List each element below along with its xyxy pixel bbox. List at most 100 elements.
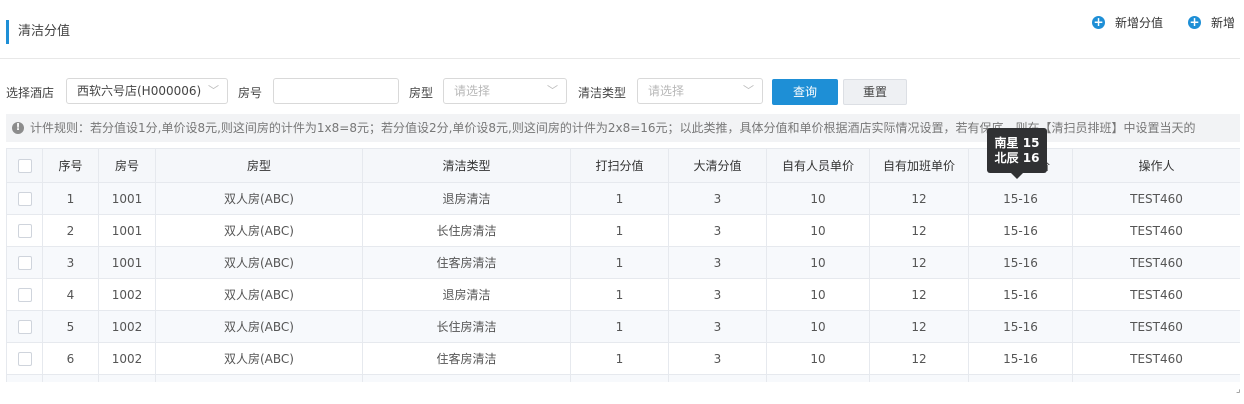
- table-row[interactable]: 5 1002 双人房(ABC) 长住房清洁 1 3 10 12 15-16 TEST460: [6, 310, 1240, 343]
- table-row[interactable]: 6 1002 双人房(ABC) 住客房清洁 1 3 10 12 15-16 TEST460: [6, 342, 1240, 375]
- table-cell: 3: [668, 278, 767, 311]
- table-cell: 长住房清洁: [362, 214, 571, 247]
- score-table: 序号 房号 房型 清洁类型 打扫分值 大清分值 自有人员单价 自有加班单价 价 …: [6, 148, 1240, 382]
- plus-circle-icon: +: [1092, 15, 1105, 29]
- table-cell: 15-16: [968, 342, 1073, 375]
- table-row[interactable]: 3 1001 双人房(ABC) 住客房清洁 1 3 10 12 15-16 TEST460: [6, 246, 1240, 279]
- select-all-checkbox[interactable]: [17, 158, 32, 173]
- title-accent-bar: [6, 20, 9, 44]
- hotel-label: 选择酒店: [6, 86, 55, 100]
- room-label: 房号: [238, 86, 263, 100]
- table-cell: 12: [869, 374, 969, 382]
- table-cell: 12: [869, 278, 969, 311]
- table-cell: 1002: [98, 278, 156, 311]
- table-cell: 住客房清洁: [362, 246, 571, 279]
- table-cell: 退房清洁: [362, 374, 571, 382]
- table-cell: TEST460: [1072, 182, 1240, 215]
- row-select-cell[interactable]: [6, 278, 43, 311]
- add-score-label: 新增分值: [1115, 16, 1164, 30]
- table-row[interactable]: 4 1002 双人房(ABC) 退房清洁 1 3 10 12 15-16 TEST460: [6, 278, 1240, 311]
- add-label: 新增: [1211, 16, 1236, 30]
- row-select-cell[interactable]: [6, 374, 43, 382]
- table-cell: 1: [570, 246, 669, 279]
- info-icon: !: [12, 122, 24, 134]
- column-header: 房型: [155, 148, 363, 183]
- row-checkbox[interactable]: [17, 255, 32, 270]
- table-cell: 3: [668, 310, 767, 343]
- row-checkbox[interactable]: [17, 191, 32, 206]
- page-title: 清洁分值: [18, 24, 71, 39]
- table-cell: 3: [42, 246, 99, 279]
- table-cell: 15-16: [968, 182, 1073, 215]
- resize-handle-icon[interactable]: ⌟: [1236, 384, 1241, 395]
- table-cell: 1: [42, 182, 99, 215]
- tooltip-line: 北辰 16: [994, 151, 1040, 165]
- table-cell: 10: [766, 310, 870, 343]
- table-cell: TEST460: [1072, 246, 1240, 279]
- table-cell: 3: [668, 342, 767, 375]
- table-cell: 6: [42, 342, 99, 375]
- table-row[interactable]: 71003双人房(ABC)退房清洁13101215-16TEST460: [6, 374, 1240, 382]
- row-select-cell[interactable]: [6, 310, 43, 343]
- table-cell: 12: [869, 342, 969, 375]
- hotel-select[interactable]: 西软六号店(H000006) ﹀: [66, 78, 228, 104]
- column-header: 操作人: [1072, 148, 1240, 183]
- table-cell: 15-16: [968, 310, 1073, 343]
- table-cell: 7: [42, 374, 99, 382]
- room-type-select[interactable]: 请选择 ﹀: [443, 78, 567, 104]
- table-cell: 双人房(ABC): [155, 310, 363, 343]
- row-select-cell[interactable]: [6, 342, 43, 375]
- table-cell: 15-16: [968, 214, 1073, 247]
- table-cell: 住客房清洁: [362, 342, 571, 375]
- plus-circle-icon: +: [1188, 15, 1201, 29]
- table-cell: 15-16: [968, 246, 1073, 279]
- table-cell: 退房清洁: [362, 182, 571, 215]
- table-cell: 双人房(ABC): [155, 374, 363, 382]
- row-select-cell[interactable]: [6, 214, 43, 247]
- clean-type-placeholder: 请选择: [648, 84, 685, 98]
- tooltip-arrow: [1011, 173, 1023, 179]
- table-cell: 1: [570, 182, 669, 215]
- row-checkbox[interactable]: [17, 319, 32, 334]
- reset-button[interactable]: 重置: [843, 79, 907, 105]
- room-type-placeholder: 请选择: [454, 84, 491, 98]
- table-row[interactable]: 2 1001 双人房(ABC) 长住房清洁 1 3 10 12 15-16 TEST460: [6, 214, 1240, 247]
- chevron-down-icon: ﹀: [547, 84, 558, 97]
- table-cell: TEST460: [1072, 214, 1240, 247]
- table-header-row: 序号 房号 房型 清洁类型 打扫分值 大清分值 自有人员单价 自有加班单价 价 …: [6, 148, 1240, 183]
- clean-type-select[interactable]: 请选择 ﹀: [637, 78, 763, 104]
- add-button[interactable]: + 新增: [1188, 14, 1235, 31]
- table-cell: 3: [668, 246, 767, 279]
- table-cell: TEST460: [1072, 310, 1240, 343]
- row-select-cell[interactable]: [6, 182, 43, 215]
- add-score-button[interactable]: + 新增分值: [1092, 14, 1163, 31]
- tooltip: 南星 15 北辰 16: [987, 128, 1047, 173]
- table-cell: 3: [668, 374, 767, 382]
- select-all-cell[interactable]: [6, 148, 43, 183]
- table-cell: 1003: [98, 374, 156, 382]
- table-row[interactable]: 1 1001 双人房(ABC) 退房清洁 1 3 10 12 15-16 TEST460: [6, 182, 1240, 215]
- table-cell: 1001: [98, 214, 156, 247]
- table-cell: 4: [42, 278, 99, 311]
- table-cell: TEST460: [1072, 278, 1240, 311]
- table-cell: 10: [766, 246, 870, 279]
- row-select-cell[interactable]: [6, 246, 43, 279]
- chevron-down-icon: ﹀: [208, 84, 219, 97]
- column-header: 自有人员单价: [766, 148, 870, 183]
- room-input[interactable]: [273, 78, 399, 104]
- table-cell: 10: [766, 342, 870, 375]
- table-cell: 1: [570, 214, 669, 247]
- clean-type-label: 清洁类型: [578, 86, 627, 100]
- hotel-select-value: 西软六号店(H000006): [77, 84, 202, 98]
- chevron-down-icon: ﹀: [743, 84, 754, 97]
- column-header: 大清分值: [668, 148, 767, 183]
- query-button[interactable]: 查询: [772, 79, 838, 105]
- table-cell: 1001: [98, 246, 156, 279]
- table-cell: 双人房(ABC): [155, 182, 363, 215]
- row-checkbox[interactable]: [17, 351, 32, 366]
- column-header: 自有加班单价: [869, 148, 969, 183]
- table-cell: 1: [570, 342, 669, 375]
- row-checkbox[interactable]: [17, 223, 32, 238]
- row-checkbox[interactable]: [17, 287, 32, 302]
- table-cell: 12: [869, 182, 969, 215]
